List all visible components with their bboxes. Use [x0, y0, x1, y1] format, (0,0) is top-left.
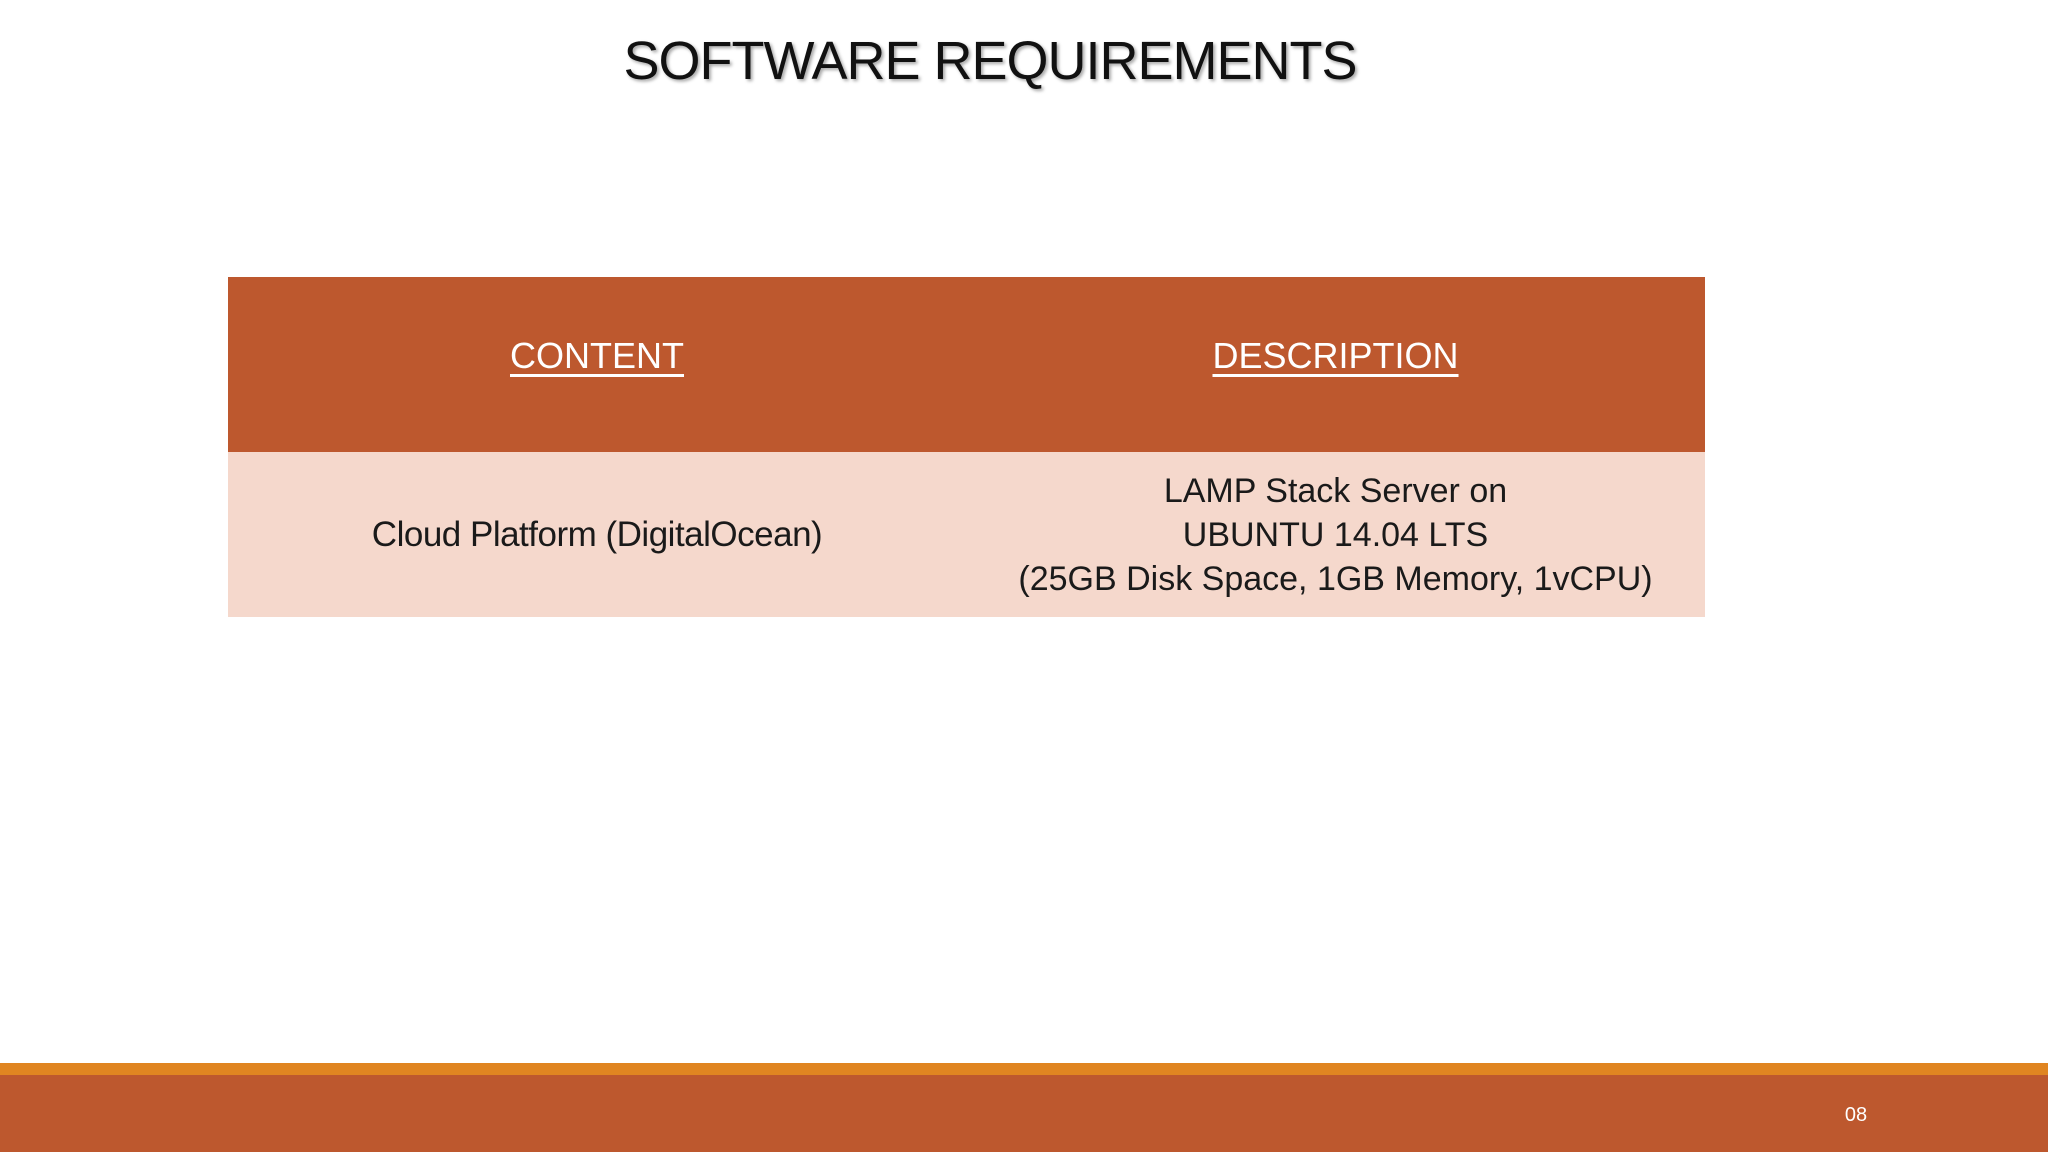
slide-title: SOFTWARE REQUIREMENTS	[623, 31, 1357, 91]
description-line: UBUNTU 14.04 LTS	[1182, 515, 1489, 554]
description-line: (25GB Disk Space, 1GB Memory, 1vCPU)	[1018, 559, 1653, 598]
content-cell: Cloud Platform (DigitalOcean)	[228, 452, 966, 617]
table-row: Cloud Platform (DigitalOcean) LAMP Stack…	[228, 452, 1705, 617]
footer-accent-stripe	[0, 1063, 2048, 1075]
header-cell-content: CONTENT	[228, 277, 966, 452]
footer-bar	[0, 1075, 2048, 1152]
header-cell-description: DESCRIPTION	[966, 277, 1705, 452]
page-number: 08	[1844, 1104, 1868, 1126]
table-header-row: CONTENT DESCRIPTION	[228, 277, 1705, 452]
requirements-table: CONTENT DESCRIPTION Cloud Platform (Digi…	[228, 277, 1705, 617]
description-line: LAMP Stack Server on	[1163, 471, 1508, 510]
header-description-label: DESCRIPTION	[1212, 335, 1459, 376]
description-cell: LAMP Stack Server on UBUNTU 14.04 LTS (2…	[966, 452, 1705, 617]
header-content-label: CONTENT	[510, 335, 684, 376]
